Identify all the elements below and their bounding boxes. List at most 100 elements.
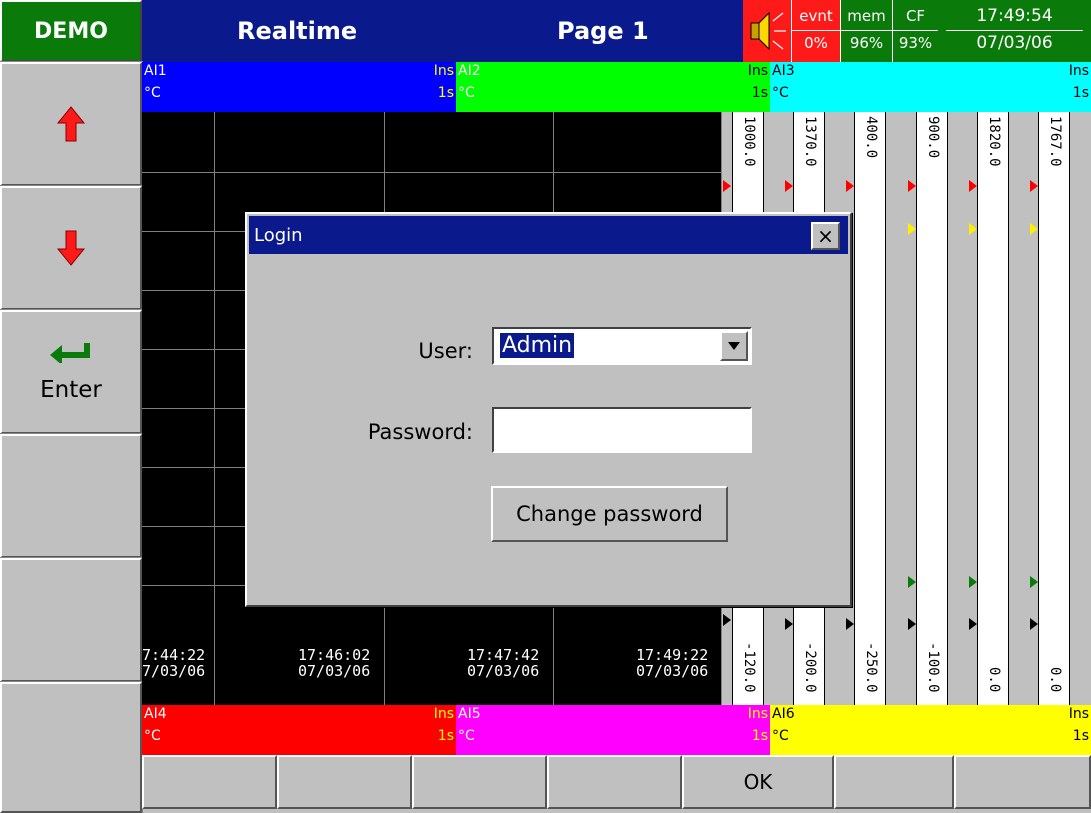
page-title: Page 1	[557, 17, 649, 45]
alarm-marker	[908, 180, 916, 192]
mem-label: mem	[847, 7, 886, 25]
dropdown-button[interactable]	[720, 331, 748, 361]
alarm-marker	[908, 576, 916, 588]
bar-ai5	[977, 112, 1009, 705]
memory-status: mem 96%	[840, 0, 892, 62]
value-marker	[908, 618, 916, 630]
bar-ai6	[1038, 112, 1070, 705]
bottom-button-7[interactable]	[954, 755, 1091, 809]
bar-max-label: 1370.0	[802, 116, 818, 167]
channel-rate: 1s	[751, 85, 768, 101]
channel-mode: Ins	[1068, 63, 1089, 79]
clock-time: 17:49:54	[976, 6, 1053, 26]
password-field[interactable]	[492, 407, 752, 453]
bar-ai3	[854, 112, 886, 705]
bottom-button-3[interactable]	[412, 755, 547, 809]
cf-value: 93%	[893, 30, 938, 53]
channel-unit: °C	[144, 85, 161, 101]
alarm-marker	[1030, 223, 1038, 235]
channel-unit: °C	[458, 728, 475, 744]
channel-name: AI3	[772, 63, 795, 79]
alarm-marker	[846, 180, 854, 192]
channel-name: AI1	[144, 63, 167, 79]
speaker-icon[interactable]	[743, 0, 791, 62]
time-label: 7:44:22 7/03/06	[142, 646, 206, 680]
channel-name: AI2	[458, 63, 481, 79]
cf-status: CF 93%	[892, 0, 938, 62]
user-select[interactable]: Admin	[492, 327, 752, 365]
time-label: 17:47:42 07/03/06	[467, 646, 540, 680]
clock: 17:49:54 07/03/06	[938, 0, 1091, 62]
enter-button[interactable]: Enter	[0, 309, 143, 435]
channel-ai6: AI6 °C Ins 1s	[770, 705, 1091, 755]
alarm-marker	[908, 223, 916, 235]
mem-value: 96%	[841, 30, 892, 53]
bottom-button-6[interactable]	[834, 755, 954, 809]
user-value: Admin	[500, 333, 575, 358]
channel-rate: 1s	[1072, 728, 1089, 744]
bar-min-label: -120.0	[741, 642, 757, 693]
side-button-4[interactable]	[0, 433, 143, 559]
arrow-up-icon	[56, 106, 86, 142]
side-button-6[interactable]	[0, 681, 143, 813]
channel-mode: Ins	[433, 63, 454, 79]
bar-max-label: 1820.0	[986, 116, 1002, 167]
event-status: evnt 0%	[791, 0, 840, 62]
channel-ai4: AI4 °C Ins 1s	[142, 705, 456, 755]
alarm-marker	[1030, 576, 1038, 588]
channel-mode: Ins	[1068, 706, 1089, 722]
close-button[interactable]: ×	[811, 222, 840, 250]
change-password-button[interactable]: Change password	[491, 486, 728, 542]
time-label: 17:49:22 07/03/06	[636, 646, 709, 680]
channel-name: AI5	[458, 706, 481, 722]
evnt-label: evnt	[799, 7, 833, 25]
time-label: 17:46:02 07/03/06	[298, 646, 371, 680]
bar-min-label: 0.0	[986, 667, 1002, 693]
close-icon: ×	[817, 224, 834, 248]
channel-ai2: AI2 °C Ins 1s	[456, 62, 770, 112]
bottom-button-1[interactable]	[142, 755, 277, 809]
password-label: Password:	[367, 420, 473, 444]
channel-rate: 1s	[751, 728, 768, 744]
up-button[interactable]	[0, 61, 143, 187]
alarm-marker	[785, 180, 793, 192]
evnt-value: 0%	[792, 30, 840, 53]
user-label: User:	[418, 339, 473, 363]
channel-rate: 1s	[437, 85, 454, 101]
change-password-label: Change password	[516, 502, 703, 526]
value-marker	[846, 618, 854, 630]
channel-mode: Ins	[747, 706, 768, 722]
channel-ai1: AI1 °C Ins 1s	[142, 62, 456, 112]
dialog-title: Login	[254, 225, 303, 246]
alarm-marker	[969, 223, 977, 235]
dialog-title-bar[interactable]: Login	[249, 216, 848, 254]
demo-button[interactable]: DEMO	[0, 0, 142, 62]
value-marker	[785, 618, 793, 630]
arrow-down-icon	[56, 230, 86, 266]
bar-max-label: 400.0	[863, 116, 879, 159]
bar-min-label: -100.0	[925, 642, 941, 693]
side-button-5[interactable]	[0, 557, 143, 683]
channel-name: AI6	[772, 706, 795, 722]
title-bar: Realtime Page 1	[142, 0, 743, 62]
alarm-marker	[969, 576, 977, 588]
channel-unit: °C	[772, 85, 789, 101]
channel-unit: °C	[144, 728, 161, 744]
ok-button[interactable]: OK	[682, 755, 834, 809]
channel-mode: Ins	[433, 706, 454, 722]
ok-label: OK	[743, 770, 773, 794]
login-dialog: Login × User: Admin Password: Change pas…	[245, 212, 852, 607]
enter-label: Enter	[40, 377, 102, 403]
clock-date: 07/03/06	[946, 30, 1083, 53]
channel-unit: °C	[458, 85, 475, 101]
channel-rate: 1s	[437, 728, 454, 744]
cf-label: CF	[905, 7, 926, 25]
bar-min-label: -200.0	[802, 642, 818, 693]
bottom-button-4[interactable]	[547, 755, 682, 809]
alarm-marker	[1030, 180, 1038, 192]
channel-mode: Ins	[747, 63, 768, 79]
bottom-button-2[interactable]	[277, 755, 412, 809]
bar-max-label: 900.0	[925, 116, 941, 159]
down-button[interactable]	[0, 185, 143, 311]
bar-max-label: 1000.0	[741, 116, 757, 167]
